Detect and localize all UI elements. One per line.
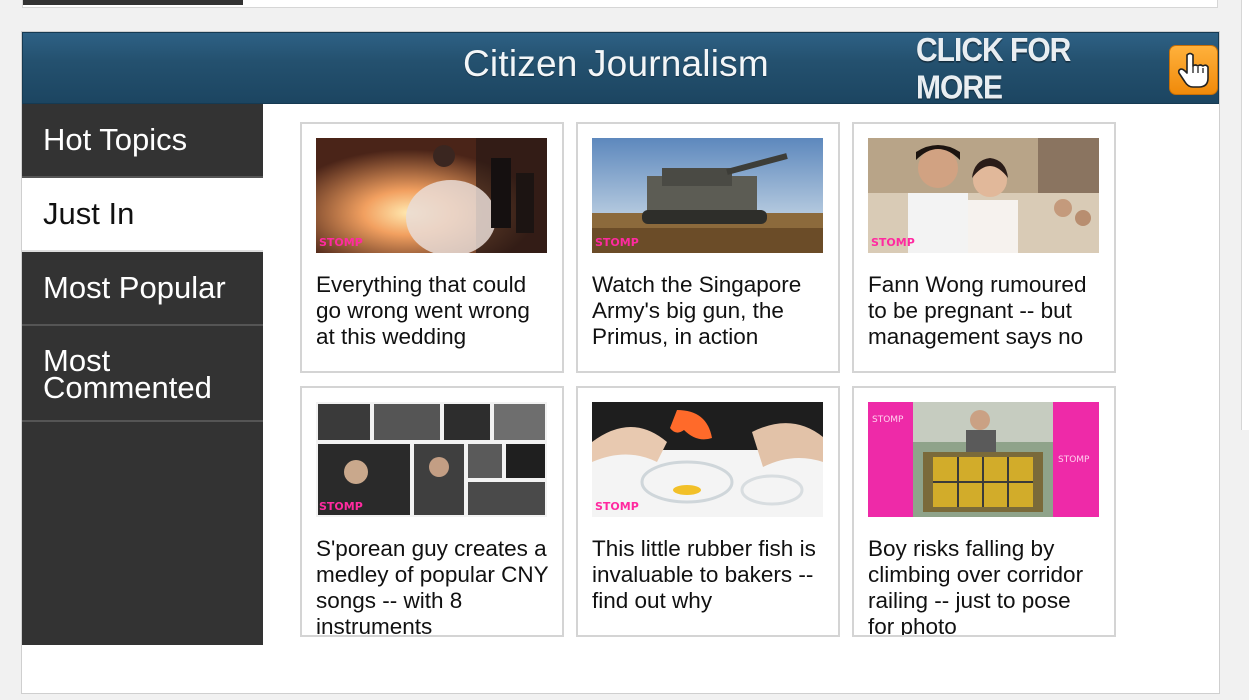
- sidebar-item-label: Most Popular: [43, 270, 226, 305]
- sidebar-item-hot-topics[interactable]: Hot Topics: [22, 104, 263, 178]
- previous-module-frame: [22, 0, 1218, 8]
- sidebar-item-label: Just In: [43, 196, 135, 231]
- click-for-more-label: CLICK FOR MORE: [916, 32, 1071, 107]
- article-thumbnail: STOMP: [592, 402, 823, 517]
- article-thumbnail: STOMP STOMP: [868, 402, 1099, 517]
- article-card[interactable]: STOMP Watch the Singapore Army's big gun…: [576, 122, 840, 373]
- article-thumbnail: STOMP: [592, 138, 823, 253]
- article-thumbnail: STOMP: [316, 402, 547, 517]
- citizen-journalism-widget: Citizen Journalism CLICK FOR MORE Hot To…: [21, 31, 1220, 694]
- svg-text:STOMP: STOMP: [871, 236, 915, 249]
- sidebar-item-label: Most Commented: [43, 343, 212, 405]
- pointing-hand-icon: [1169, 45, 1218, 95]
- widget-banner: Citizen Journalism CLICK FOR MORE: [22, 32, 1219, 106]
- article-thumbnail: STOMP: [316, 138, 547, 253]
- sidebar-item-most-commented[interactable]: Most Commented: [22, 326, 263, 422]
- article-title: Watch the Singapore Army's big gun, the …: [592, 272, 802, 349]
- side-scroll-rail: [1241, 0, 1249, 430]
- article-card[interactable]: STOMP STOMP Boy risks falling by climbin…: [852, 386, 1116, 637]
- svg-text:STOMP: STOMP: [319, 500, 363, 513]
- svg-text:STOMP: STOMP: [1058, 455, 1090, 465]
- article-card[interactable]: STOMP Fann Wong rumoured to be pregnant …: [852, 122, 1116, 373]
- article-thumbnail: STOMP: [868, 138, 1099, 253]
- svg-text:STOMP: STOMP: [595, 236, 639, 249]
- click-for-more-button[interactable]: CLICK FOR MORE: [916, 33, 1218, 106]
- article-card[interactable]: STOMP S'porean guy creates a medley of p…: [300, 386, 564, 637]
- svg-text:STOMP: STOMP: [872, 415, 904, 425]
- article-card[interactable]: STOMP This little rubber fish is invalua…: [576, 386, 840, 637]
- sidebar-item-label: Hot Topics: [43, 122, 188, 157]
- svg-text:STOMP: STOMP: [595, 500, 639, 513]
- article-title: Boy risks falling by climbing over corri…: [868, 536, 1084, 637]
- sidebar-item-just-in[interactable]: Just In: [22, 178, 263, 252]
- article-title: S'porean guy creates a medley of popular…: [316, 536, 549, 637]
- article-title: Fann Wong rumoured to be pregnant -- but…: [868, 272, 1087, 349]
- topic-sidebar: Hot Topics Just In Most Popular Most Com…: [22, 104, 263, 645]
- sidebar-item-most-popular[interactable]: Most Popular: [22, 252, 263, 326]
- previous-module-tab: [23, 0, 243, 5]
- article-title: This little rubber fish is invaluable to…: [592, 536, 816, 613]
- article-card[interactable]: STOMP Everything that could go wrong wen…: [300, 122, 564, 373]
- svg-text:STOMP: STOMP: [319, 236, 363, 249]
- article-title: Everything that could go wrong went wron…: [316, 272, 530, 349]
- widget-title: Citizen Journalism: [463, 43, 769, 84]
